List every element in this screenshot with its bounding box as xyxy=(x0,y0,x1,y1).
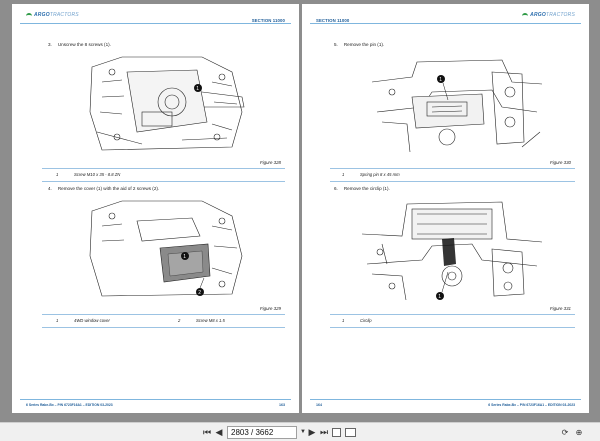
rotate-icon[interactable]: ⟳ xyxy=(560,427,570,438)
page-footer: 6 Series Rabe-Bx – P/N 6723F16A1 – EDITI… xyxy=(488,403,575,407)
page-footer: 6 Series Rabe-Bx – P/N 6723F16A1 – EDITI… xyxy=(26,403,113,407)
svg-text:1: 1 xyxy=(196,86,199,92)
page-163: ARGOTRACTORS SECTION 11000 3. Unscrew the… xyxy=(12,4,299,413)
figure-label: Figure 331 xyxy=(550,306,571,311)
step-number: 3. xyxy=(48,42,52,47)
legend-item: 1 Screw M10 x 35 - 8.8 ZN xyxy=(56,172,120,177)
brand-logo: ARGOTRACTORS xyxy=(26,12,79,18)
circlip-illustration-icon: 1 xyxy=(362,201,542,301)
gearbox-cover-illustration-icon: 1 2 xyxy=(89,200,243,297)
svg-text:1: 1 xyxy=(438,294,441,300)
fit-page-icon[interactable] xyxy=(332,428,341,437)
logo-mark-icon xyxy=(26,12,32,17)
logo-mark-icon xyxy=(522,12,529,17)
legend-number: 2 xyxy=(178,318,181,323)
header-rule xyxy=(310,23,581,24)
legend-text: Circlip xyxy=(360,318,372,323)
step-text: Remove the circlip (1). xyxy=(343,186,390,191)
next-page-icon[interactable]: ▶ xyxy=(307,427,317,438)
step-number: 6. xyxy=(334,186,338,191)
brand-name: ARGO xyxy=(34,12,50,18)
page-number-input[interactable]: 2803 / 3662 xyxy=(227,426,297,439)
figure-330-image: 1 xyxy=(372,52,542,156)
legend-item: 1 4WD window cover xyxy=(56,318,110,323)
step-text: Remove the cover (1) with the aid of 2 s… xyxy=(57,186,160,191)
figure-label: Figure 328 xyxy=(260,160,281,165)
document-viewer: ARGOTRACTORS SECTION 11000 3. Unscrew the… xyxy=(0,0,600,441)
figure-331-image: 1 xyxy=(362,194,542,302)
step-3: 3. Unscrew the 8 screws (1). xyxy=(48,42,111,47)
legend-number: 1 xyxy=(342,172,345,177)
legend-rule xyxy=(42,314,285,315)
step-6: 6. Remove the circlip (1). xyxy=(334,186,390,191)
legend-rule xyxy=(330,327,575,328)
legend-rule xyxy=(330,168,575,169)
legend-number: 1 xyxy=(56,318,59,323)
legend-text: Spring pin 8 x 45 mm xyxy=(360,172,400,177)
svg-text:1: 1 xyxy=(183,254,186,260)
legend-text: 4WD window cover xyxy=(74,318,110,323)
step-5: 5. Remove the pin (1). xyxy=(334,42,384,47)
legend-item: 1 Spring pin 8 x 45 mm xyxy=(342,172,400,177)
brand-suffix: TRACTORS xyxy=(545,12,575,18)
legend-item: 2 Screw M8 x 1.5 xyxy=(178,318,225,323)
svg-text:1: 1 xyxy=(439,77,442,83)
pin-illustration-icon: 1 xyxy=(372,59,542,153)
figure-label: Figure 330 xyxy=(550,160,571,165)
fit-width-icon[interactable] xyxy=(345,428,356,437)
legend-rule xyxy=(330,181,575,182)
prev-page-icon[interactable]: ◀ xyxy=(214,427,224,438)
legend-rule xyxy=(42,181,285,182)
figure-328-image: 1 xyxy=(82,52,252,155)
viewer-toolbar: ⏮ ◀ 2803 / 3662 ▼ ▶ ⏭ ⟳ ⊕ xyxy=(0,422,600,441)
legend-text: Screw M10 x 35 - 8.8 ZN xyxy=(74,172,121,177)
legend-item: 1 Circlip xyxy=(342,318,372,323)
brand-suffix: TRACTORS xyxy=(49,12,79,18)
first-page-icon[interactable]: ⏮ xyxy=(202,427,212,438)
page-number: 164 xyxy=(316,403,322,407)
step-4: 4. Remove the cover (1) with the aid of 2… xyxy=(48,186,159,191)
legend-rule xyxy=(42,327,285,328)
figure-329-image: 1 2 xyxy=(82,196,252,301)
step-number: 4. xyxy=(48,186,52,191)
legend-number: 1 xyxy=(56,172,59,177)
page-number: 163 xyxy=(279,403,285,407)
brand-name: ARGO xyxy=(530,12,546,18)
step-text: Unscrew the 8 screws (1). xyxy=(57,42,111,47)
gearbox-illustration-icon: 1 xyxy=(89,56,245,151)
brand-logo: ARGOTRACTORS xyxy=(522,12,575,18)
footer-rule xyxy=(310,399,581,400)
svg-text:2: 2 xyxy=(198,290,201,296)
legend-text: Screw M8 x 1.5 xyxy=(196,318,225,323)
legend-number: 1 xyxy=(342,318,345,323)
last-page-icon[interactable]: ⏭ xyxy=(319,427,329,438)
legend-rule xyxy=(42,168,285,169)
step-text: Remove the pin (1). xyxy=(343,42,385,47)
zoom-icon[interactable]: ⊕ xyxy=(574,427,584,438)
page-164: SECTION 11000 ARGOTRACTORS 5. Remove the … xyxy=(302,4,589,413)
step-number: 5. xyxy=(334,42,338,47)
footer-rule xyxy=(20,399,291,400)
figure-label: Figure 329 xyxy=(260,306,281,311)
legend-rule xyxy=(330,314,575,315)
header-rule xyxy=(20,23,291,24)
